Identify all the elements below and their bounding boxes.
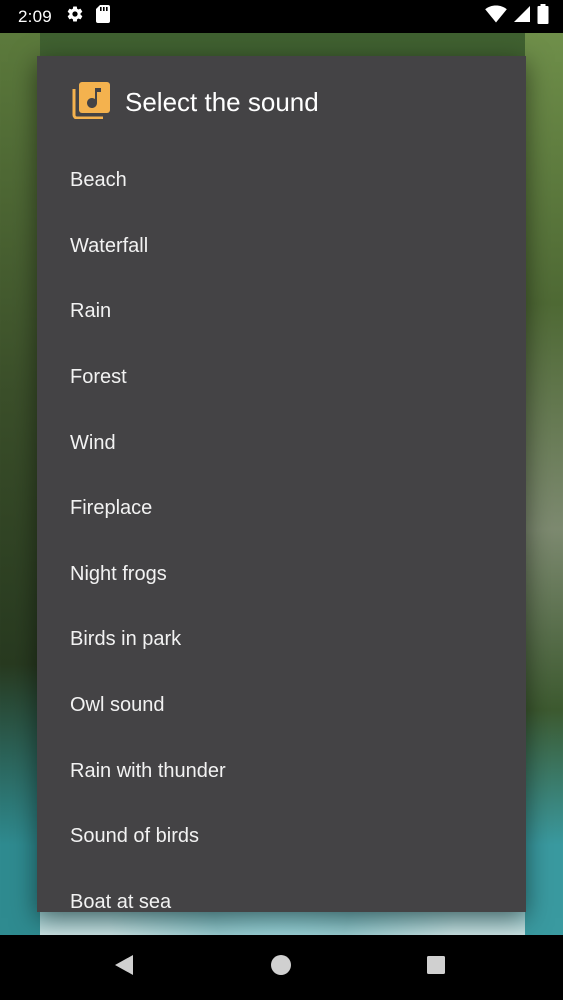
sound-item-night-frogs[interactable]: Night frogs: [37, 542, 526, 608]
sound-item-waterfall[interactable]: Waterfall: [37, 214, 526, 280]
sd-card-icon: [95, 5, 110, 28]
sound-item-rain-with-thunder[interactable]: Rain with thunder: [37, 738, 526, 804]
sound-item-fireplace[interactable]: Fireplace: [37, 476, 526, 542]
sound-item-sound-of-birds[interactable]: Sound of birds: [37, 804, 526, 870]
home-button[interactable]: [251, 935, 311, 1000]
recents-icon: [426, 955, 446, 980]
dialog-header: Select the sound: [37, 56, 526, 148]
back-icon: [114, 954, 134, 981]
home-icon: [270, 954, 292, 981]
sound-item-beach[interactable]: Beach: [37, 148, 526, 214]
sound-list: Beach Waterfall Rain Forest Wind Firepla…: [37, 148, 526, 912]
music-library-icon: [71, 81, 111, 124]
sound-item-birds-in-park[interactable]: Birds in park: [37, 607, 526, 673]
back-button[interactable]: [94, 935, 154, 1000]
wifi-icon: [485, 5, 507, 28]
dialog-title: Select the sound: [125, 86, 319, 117]
sound-item-rain[interactable]: Rain: [37, 279, 526, 345]
sound-item-wind[interactable]: Wind: [37, 410, 526, 476]
status-bar: 2:09: [0, 0, 563, 33]
status-time: 2:09: [18, 6, 52, 26]
sound-item-forest[interactable]: Forest: [37, 345, 526, 411]
status-left-icons: [66, 5, 110, 28]
battery-icon: [537, 4, 549, 29]
status-right-icons: [485, 4, 549, 29]
sound-item-owl-sound[interactable]: Owl sound: [37, 673, 526, 739]
recents-button[interactable]: [406, 935, 466, 1000]
navigation-bar: [0, 935, 563, 1000]
gear-icon: [66, 5, 84, 28]
sound-item-boat-at-sea[interactable]: Boat at sea: [37, 870, 526, 912]
signal-icon: [513, 5, 531, 28]
select-sound-dialog: Select the sound Beach Waterfall Rain Fo…: [37, 56, 526, 912]
